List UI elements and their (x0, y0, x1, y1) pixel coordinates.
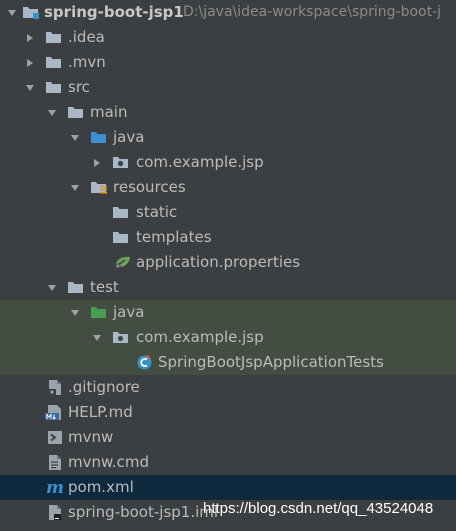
tree-item-label: .mvn (68, 53, 106, 71)
tree-item-test-package[interactable]: com.example.jsp (0, 325, 456, 350)
tree-item-label: mvnw.cmd (68, 453, 150, 471)
tree-item-test-java[interactable]: java (0, 300, 456, 325)
tree-item-mvnw[interactable]: mvnw (0, 425, 456, 450)
tree-item-label: spring-boot-jsp1.iml (68, 503, 219, 521)
text-file-icon (46, 454, 64, 471)
folder-icon (45, 79, 63, 96)
tree-item-label: templates (136, 228, 212, 246)
tree-item-static[interactable]: static (0, 200, 456, 225)
tree-item-idea[interactable]: .idea (0, 25, 456, 50)
tree-item-gitignore[interactable]: .gitignore (0, 375, 456, 400)
package-icon (112, 329, 130, 346)
tree-item-main[interactable]: main (0, 100, 456, 125)
chevron-right-icon[interactable] (24, 25, 36, 50)
chevron-right-icon[interactable] (24, 50, 36, 75)
resources-folder-icon (90, 179, 108, 196)
tree-item-test[interactable]: test (0, 275, 456, 300)
tree-item-label: java (113, 303, 145, 321)
chevron-down-icon[interactable] (6, 0, 18, 25)
svg-text:m: m (46, 479, 64, 496)
chevron-down-icon[interactable] (91, 325, 103, 350)
tree-item-label: HELP.md (68, 403, 133, 421)
tree-item-label: pom.xml (68, 478, 134, 496)
folder-icon (45, 29, 63, 46)
maven-icon: m (45, 479, 64, 496)
tree-item-label: src (68, 78, 90, 96)
tree-item-label: java (113, 128, 145, 146)
tree-item-main-package[interactable]: com.example.jsp (0, 150, 456, 175)
root-label: spring-boot-jsp1 (44, 3, 184, 21)
chevron-down-icon[interactable] (69, 125, 81, 150)
tree-item-root[interactable]: spring-boot-jsp1 D:\java\idea-workspace\… (0, 0, 456, 25)
folder-icon (67, 104, 85, 121)
chevron-down-icon[interactable] (69, 300, 81, 325)
tree-item-label: com.example.jsp (136, 328, 264, 346)
tree-item-label: mvnw (68, 428, 114, 446)
watermark: https://blog.csdn.net/qq_43524048 (203, 500, 434, 517)
java-class-icon (136, 354, 154, 371)
tree-item-label: .idea (68, 28, 105, 46)
tree-item-mvn[interactable]: .mvn (0, 50, 456, 75)
tree-item-label: com.example.jsp (136, 153, 264, 171)
spring-leaf-icon (113, 254, 131, 271)
tree-item-main-java[interactable]: java (0, 125, 456, 150)
tree-item-src[interactable]: src (0, 75, 456, 100)
shell-script-icon (46, 429, 64, 446)
tree-item-application-properties[interactable]: application.properties (0, 250, 456, 275)
tree-item-pom-xml[interactable]: m pom.xml (0, 475, 456, 500)
markdown-file-icon (45, 404, 63, 421)
tree-item-label: .gitignore (68, 378, 140, 396)
chevron-down-icon[interactable] (46, 275, 58, 300)
chevron-down-icon[interactable] (69, 175, 81, 200)
text-file-icon (46, 379, 64, 396)
package-icon (112, 154, 130, 171)
folder-icon (45, 54, 63, 71)
tree-item-resources[interactable]: resources (0, 175, 456, 200)
tree-item-label: test (90, 278, 119, 296)
tree-item-label: static (136, 203, 178, 221)
test-folder-icon (90, 304, 108, 321)
tree-item-label: SpringBootJspApplicationTests (158, 353, 384, 371)
module-folder-icon (22, 4, 40, 21)
tree-item-label: resources (113, 178, 186, 196)
tree-item-mvnw-cmd[interactable]: mvnw.cmd (0, 450, 456, 475)
chevron-down-icon[interactable] (46, 100, 58, 125)
source-folder-icon (90, 129, 108, 146)
tree-item-templates[interactable]: templates (0, 225, 456, 250)
module-file-icon (46, 504, 64, 521)
folder-icon (67, 279, 85, 296)
project-tree: spring-boot-jsp1 D:\java\idea-workspace\… (0, 0, 456, 531)
folder-icon (112, 204, 130, 221)
chevron-down-icon[interactable] (24, 75, 36, 100)
tree-item-label: application.properties (136, 253, 301, 271)
tree-item-help-md[interactable]: HELP.md (0, 400, 456, 425)
chevron-right-icon[interactable] (91, 150, 103, 175)
folder-icon (112, 229, 130, 246)
tree-item-test-class[interactable]: SpringBootJspApplicationTests (0, 350, 456, 375)
root-path: D:\java\idea-workspace\spring-boot-j (183, 4, 442, 20)
tree-item-label: main (90, 103, 128, 121)
